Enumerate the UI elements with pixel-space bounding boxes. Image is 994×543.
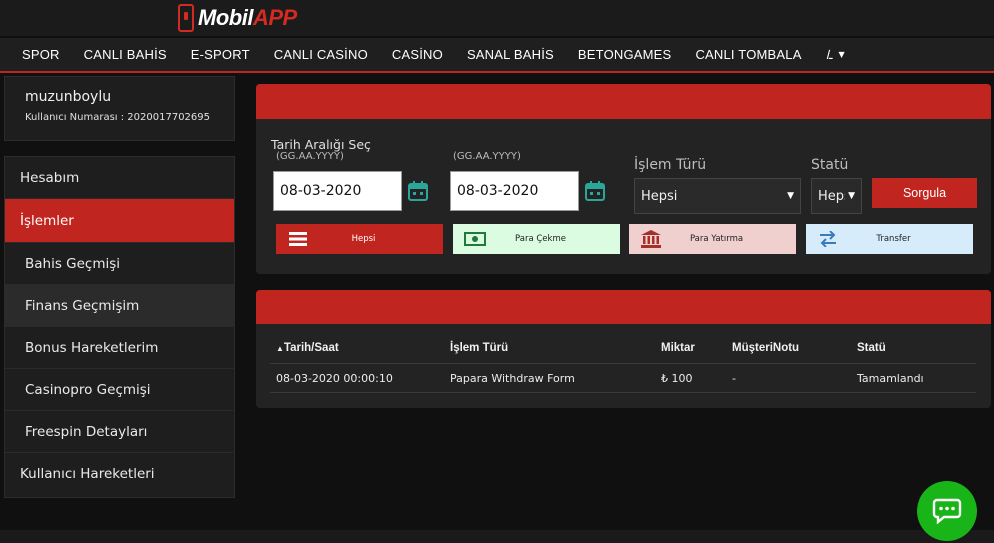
calendar-icon[interactable] — [584, 180, 606, 202]
quick-filter-withdraw[interactable]: Para Çekme — [453, 224, 620, 254]
sidebar-item-freespin-detaylari[interactable]: Freespin Detayları — [5, 411, 234, 453]
quick-filter-deposit[interactable]: Para Yatırma — [629, 224, 796, 254]
sidebar-item-bonus-hareketlerim[interactable]: Bonus Hareketlerim — [5, 327, 234, 369]
phone-logo-icon — [178, 4, 194, 32]
logo-text: MobilAPP — [198, 5, 297, 30]
col-type-header[interactable]: İşlem Türü — [450, 342, 508, 354]
nav-item-esport[interactable]: E-SPORT — [179, 47, 262, 62]
menu-lines-icon — [284, 229, 312, 249]
status-label: Statü — [811, 157, 849, 173]
quick-filter-transfer-label: Transfer — [876, 234, 911, 244]
dropdown-arrow-icon: ▼ — [848, 191, 855, 201]
status-value: Hepsi — [818, 188, 845, 204]
cell-amount: ₺ 100 — [661, 372, 693, 385]
date-format-hint-to: (GG.AA.YYYY) — [453, 151, 521, 162]
query-button[interactable]: Sorgula — [872, 178, 977, 208]
banknote-icon — [461, 229, 489, 249]
user-info-box: muzunboylu Kullanıcı Numarası : 20200177… — [4, 76, 235, 141]
results-panel: ▲Tarih/Saat İşlem Türü Miktar MüşteriNot… — [256, 290, 991, 408]
nav-item-spor[interactable]: SPOR — [10, 47, 72, 62]
cell-note: - — [732, 372, 736, 385]
transaction-type-select[interactable]: Hepsi ▼ — [634, 178, 801, 214]
dropdown-arrow-icon: ▼ — [787, 191, 794, 201]
sidebar-item-hesabim[interactable]: Hesabım — [5, 157, 234, 199]
sidebar-item-kullanici-hareketleri[interactable]: Kullanıcı Hareketleri — [5, 453, 234, 495]
date-range-label: Tarih Aralığı Seç — [271, 137, 371, 152]
quick-filter-deposit-label: Para Yatırma — [689, 234, 744, 244]
transfer-arrows-icon — [814, 229, 842, 249]
calendar-icon[interactable] — [407, 180, 429, 202]
table-row: 08-03-2020 00:00:10 Papara Withdraw Form… — [270, 364, 976, 393]
transaction-type-label: İşlem Türü — [634, 157, 707, 173]
sort-up-icon: ▲ — [276, 344, 284, 353]
sidebar-item-casinopro-gecmisi[interactable]: Casinopro Geçmişi — [5, 369, 234, 411]
user-number: Kullanıcı Numarası : 2020017702695 — [25, 112, 211, 123]
nav-item-canli-tombala[interactable]: CANLI TOMBALA — [683, 47, 813, 62]
nav-item-sanal-bahis[interactable]: SANAL BAHİS — [455, 47, 566, 62]
nav-item-canli-casino[interactable]: CANLI CASİNO — [262, 47, 380, 62]
cell-status: Tamamlandı — [857, 372, 924, 385]
date-format-hint-from: (GG.AA.YYYY) — [276, 151, 344, 162]
status-select[interactable]: Hepsi ▼ — [811, 178, 862, 214]
col-date-header[interactable]: ▲Tarih/Saat — [276, 342, 339, 354]
results-panel-header — [256, 290, 991, 324]
col-note-header[interactable]: MüşteriNotu — [732, 342, 799, 354]
main-nav: SPOR CANLI BAHİS E-SPORT CANLI CASİNO CA… — [0, 38, 994, 73]
username: muzunboylu — [25, 89, 112, 105]
language-flag-label: ـﺍ — [825, 47, 833, 62]
filter-panel: Tarih Aralığı Seç (GG.AA.YYYY) 08-03-202… — [256, 84, 991, 274]
chat-bubble-icon — [932, 498, 962, 524]
top-bar: MobilAPP — [0, 0, 994, 36]
quick-filter-withdraw-label: Para Çekme — [515, 234, 566, 244]
filter-panel-header — [256, 84, 991, 119]
table-header: ▲Tarih/Saat İşlem Türü Miktar MüşteriNot… — [270, 340, 976, 364]
col-amount-header[interactable]: Miktar — [661, 342, 695, 354]
col-status-header[interactable]: Statü — [857, 342, 886, 354]
nav-item-canli-bahis[interactable]: CANLI BAHİS — [72, 47, 179, 62]
language-selector[interactable]: ـﺍ ▼ — [814, 48, 857, 62]
sidebar-item-islemler[interactable]: İşlemler — [5, 199, 234, 243]
cell-date: 08-03-2020 00:00:10 — [276, 372, 393, 385]
nav-item-betongames[interactable]: BETONGAMES — [566, 47, 684, 62]
bank-icon — [637, 229, 665, 249]
date-to-input[interactable]: 08-03-2020 — [450, 171, 579, 211]
logo[interactable]: MobilAPP — [178, 3, 297, 33]
transaction-type-value: Hepsi — [641, 188, 678, 204]
footer-strip — [0, 530, 994, 543]
live-chat-button[interactable] — [917, 481, 977, 541]
nav-item-casino[interactable]: CASİNO — [380, 47, 455, 62]
quick-filter-transfer[interactable]: Transfer — [806, 224, 973, 254]
sidebar-item-finans-gecmisim[interactable]: Finans Geçmişim — [5, 285, 234, 327]
quick-filter-all[interactable]: Hepsi — [276, 224, 443, 254]
quick-filter-all-label: Hepsi — [351, 234, 376, 244]
cell-type: Papara Withdraw Form — [450, 372, 575, 385]
account-sidebar: Hesabım İşlemler Bahis Geçmişi Finans Ge… — [4, 156, 235, 498]
date-from-input[interactable]: 08-03-2020 — [273, 171, 402, 211]
chevron-down-icon: ▼ — [838, 50, 845, 59]
sidebar-item-bahis-gecmisi[interactable]: Bahis Geçmişi — [5, 243, 234, 285]
